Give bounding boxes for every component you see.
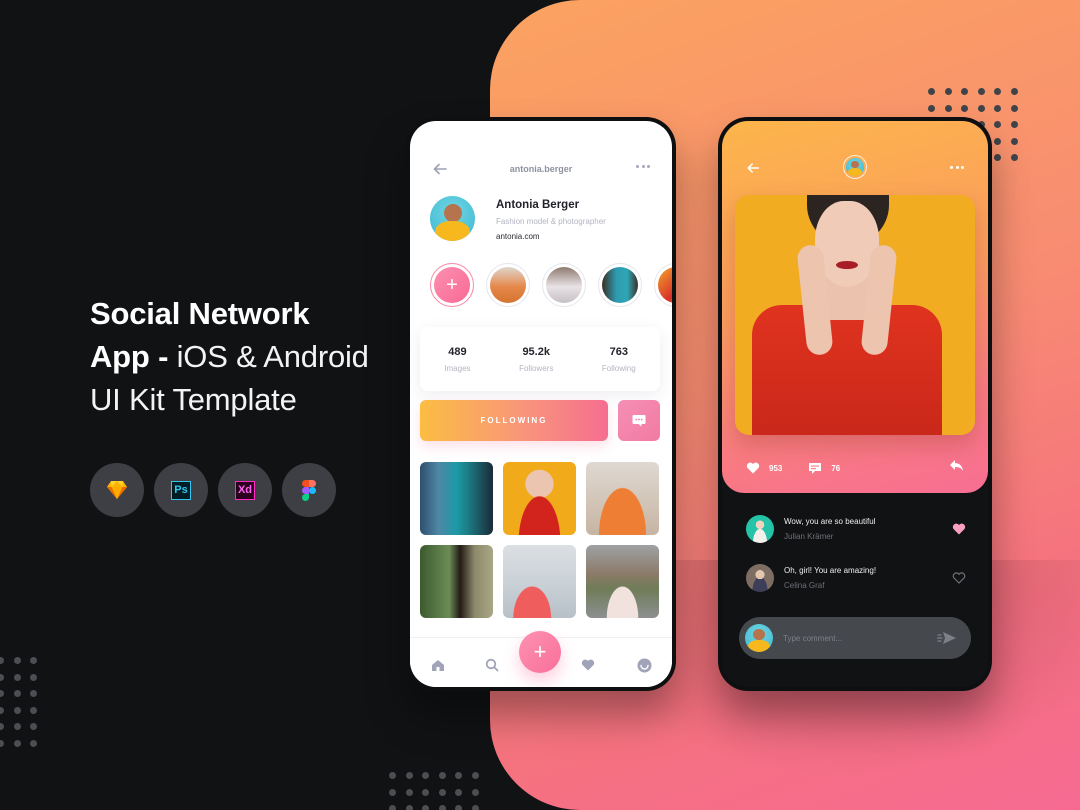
dot-pattern-bottom [389, 772, 479, 810]
stat-images[interactable]: 489 Images [444, 346, 470, 373]
photo-thumbnail[interactable] [420, 545, 493, 618]
smiley-icon [637, 658, 651, 672]
photo-thumbnail[interactable] [503, 462, 576, 535]
xd-icon: Xd [235, 480, 255, 500]
post-actions: 953 76 [746, 459, 964, 477]
profile-name: Antonia Berger [496, 199, 580, 211]
figma-icon [302, 479, 316, 501]
home-icon [432, 659, 444, 671]
nav-search[interactable] [484, 657, 500, 673]
more-options-icon[interactable] [950, 166, 964, 169]
profile-info: Antonia Berger Fashion model & photograp… [496, 199, 606, 241]
likes-count: 953 [769, 463, 783, 473]
story-item[interactable] [598, 263, 642, 307]
nav-home[interactable] [430, 657, 446, 673]
stat-followers[interactable]: 95.2k Followers [519, 346, 553, 373]
message-button[interactable] [618, 400, 660, 441]
phone-profile: antonia.berger Antonia Berger Fashion mo… [406, 117, 676, 691]
profile-header: antonia.berger [410, 159, 672, 179]
nav-favorites[interactable] [580, 657, 596, 673]
comments-count: 76 [831, 463, 841, 473]
post-screen: 953 76 Wow, you are so beautiful Julian … [722, 121, 988, 687]
stat-value: 489 [448, 345, 467, 358]
hero-title: Social Network App - iOS & Android UI Ki… [90, 292, 369, 421]
plus-icon: + [434, 267, 470, 303]
hero-line-3: UI Kit Template [90, 382, 297, 417]
sketch-icon [107, 481, 127, 499]
stories-row: + [430, 263, 672, 307]
heart-icon [581, 659, 595, 671]
profile-link[interactable]: antonia.com [496, 232, 606, 241]
phone-post: 953 76 Wow, you are so beautiful Julian … [718, 117, 992, 691]
comment-item: Oh, girl! You are amazing! Celina Graf [746, 564, 966, 592]
stat-label: Followers [519, 363, 554, 373]
story-item[interactable] [486, 263, 530, 307]
dot-pattern-bottom-left [0, 657, 37, 747]
share-button[interactable] [949, 459, 964, 477]
send-icon[interactable] [937, 630, 957, 646]
photo-thumbnail[interactable] [586, 545, 659, 618]
comment-message: Oh, girl! You are amazing! [784, 566, 877, 575]
comment-action[interactable]: 76 [808, 462, 840, 475]
tool-xd: Xd [218, 463, 272, 517]
chat-bubble-icon [632, 415, 646, 427]
back-arrow-icon[interactable] [746, 161, 760, 175]
hero-line-2: App - iOS & Android [90, 335, 369, 378]
heart-filled-icon[interactable] [952, 522, 966, 536]
hero-line-1: Social Network [90, 296, 310, 331]
photo-thumbnail[interactable] [586, 462, 659, 535]
photo-thumbnail[interactable] [503, 545, 576, 618]
story-item[interactable] [654, 263, 672, 307]
comments-list: Wow, you are so beautiful Julian Krämer … [746, 515, 966, 613]
profile-screen: antonia.berger Antonia Berger Fashion mo… [410, 121, 672, 687]
profile-avatar[interactable] [430, 196, 475, 241]
heart-icon [746, 462, 760, 474]
tool-figma [282, 463, 336, 517]
stat-label: Following [601, 363, 636, 373]
stats-card: 489 Images 95.2k Followers 763 Following [420, 327, 660, 391]
current-user-avatar [745, 624, 773, 652]
comment-item: Wow, you are so beautiful Julian Krämer [746, 515, 966, 543]
stat-value: 763 [609, 345, 628, 358]
like-action[interactable]: 953 [746, 462, 782, 474]
nav-profile[interactable] [636, 657, 652, 673]
username: antonia.berger [509, 164, 573, 174]
reply-icon [950, 460, 963, 471]
stat-value: 95.2k [522, 345, 550, 358]
hero-line-2-bold: App - [90, 339, 177, 374]
author-avatar[interactable] [843, 155, 867, 179]
following-button[interactable]: FOLLOWING [420, 400, 608, 441]
profile-bio: Fashion model & photographer [496, 217, 606, 226]
post-photo[interactable] [735, 195, 975, 435]
comment-input-bar [739, 617, 971, 659]
post-card: 953 76 [722, 121, 988, 493]
heart-outline-icon[interactable] [952, 571, 966, 585]
add-post-button[interactable]: + [519, 631, 561, 673]
more-options-icon[interactable] [636, 165, 650, 168]
commenter-avatar[interactable] [746, 564, 774, 592]
hero-line-2-light: iOS & Android [176, 339, 369, 374]
comment-icon [809, 462, 822, 474]
search-icon [485, 658, 499, 672]
tool-photoshop: Ps [154, 463, 208, 517]
story-item[interactable] [542, 263, 586, 307]
commenter-avatar[interactable] [746, 515, 774, 543]
comment-author[interactable]: Julian Krämer [784, 532, 952, 541]
photoshop-icon: Ps [171, 480, 191, 500]
stat-following[interactable]: 763 Following [602, 346, 636, 373]
comment-message: Wow, you are so beautiful [784, 517, 876, 526]
photo-grid [420, 462, 659, 618]
add-story-button[interactable]: + [430, 263, 474, 307]
comment-author[interactable]: Celina Graf [784, 581, 952, 590]
photo-thumbnail[interactable] [420, 462, 493, 535]
design-tools: Ps Xd [90, 463, 336, 517]
tool-sketch [90, 463, 144, 517]
stat-label: Images [444, 363, 471, 373]
comment-input[interactable] [783, 633, 937, 643]
